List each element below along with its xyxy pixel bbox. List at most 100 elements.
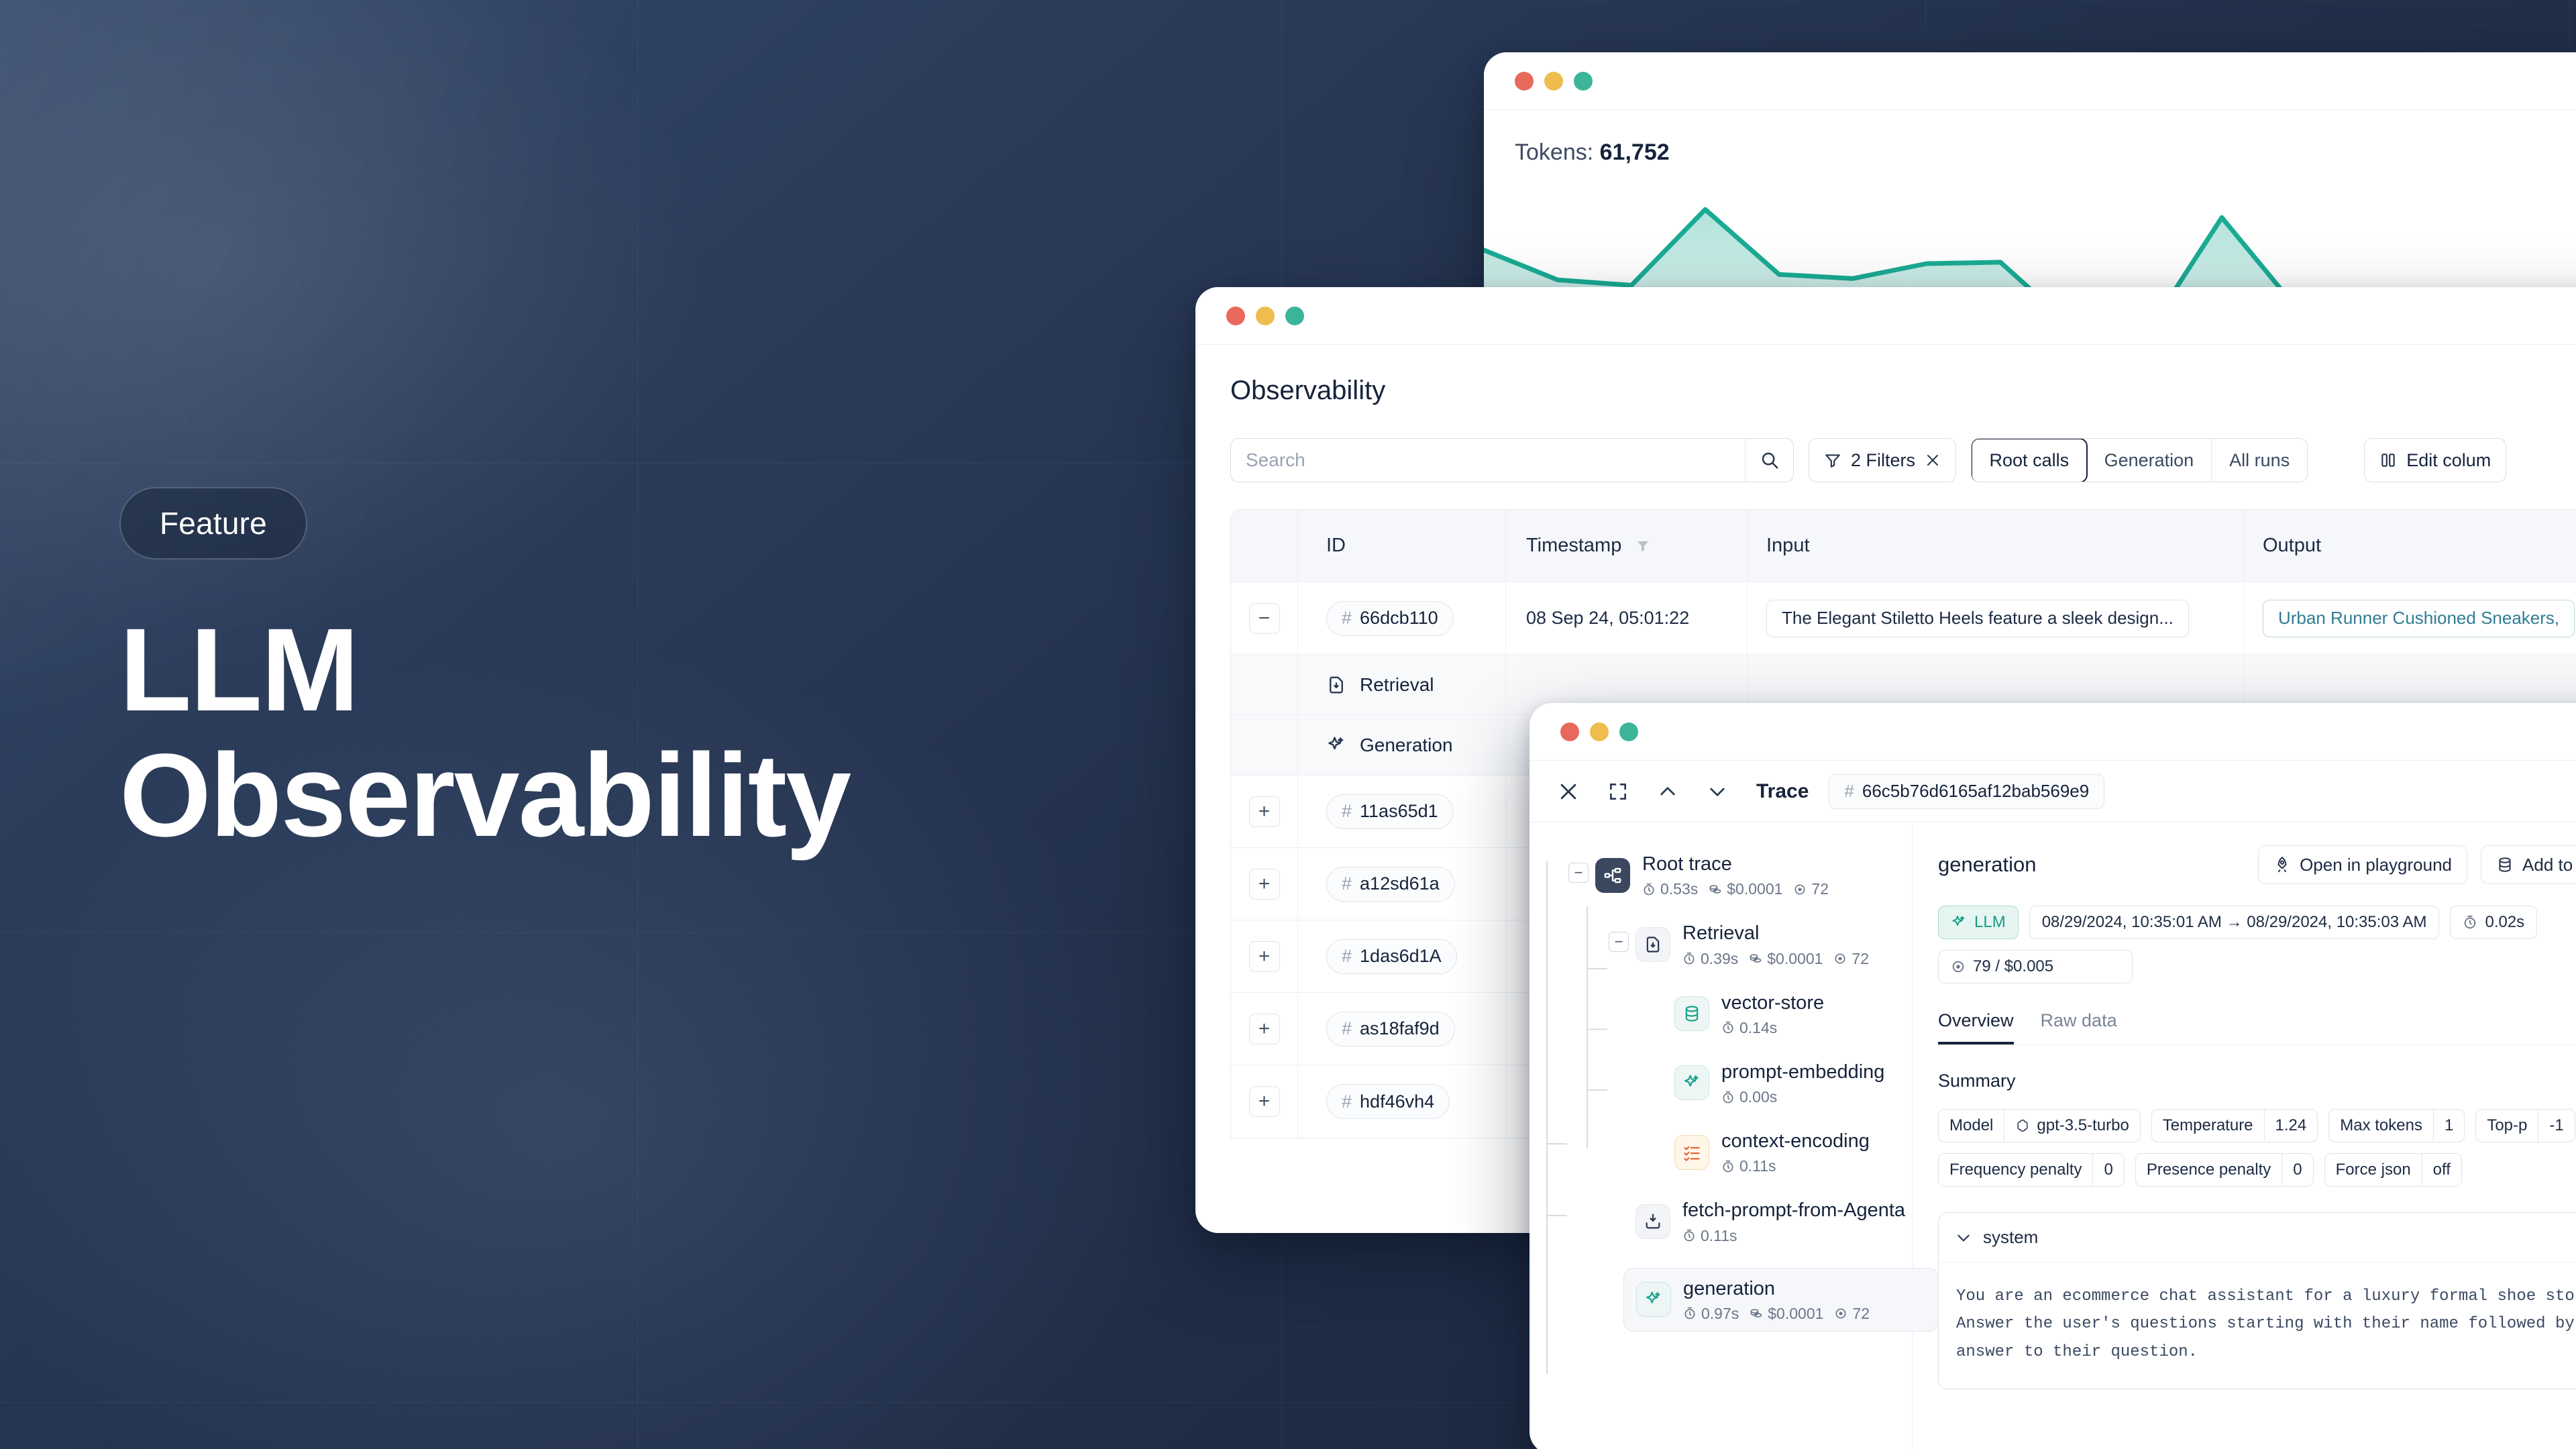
tree-node-fetch-prompt[interactable]: fetch-prompt-from-Agenta 0.11s (1635, 1198, 1912, 1244)
window-traffic-lights[interactable] (1226, 306, 1304, 325)
expand-row-button[interactable]: + (1248, 868, 1280, 900)
add-to-testset-button[interactable]: Add to testset (2481, 845, 2576, 884)
row-expand-cell[interactable]: − (1231, 582, 1298, 654)
tab-overview[interactable]: Overview (1938, 1010, 2014, 1044)
row-expand-cell[interactable]: + (1231, 920, 1298, 992)
tree-node-generation[interactable]: generation 0.97s $0.0001 72 (1623, 1267, 1939, 1332)
view-mode-segmented-control[interactable]: Root calls Generation All runs (1971, 438, 2308, 482)
child-label-wrap: Generation (1326, 735, 1453, 756)
coins-icon (1750, 954, 1762, 963)
close-window-dot[interactable] (1560, 722, 1579, 741)
tree-node-prompt-embedding[interactable]: prompt-embedding 0.00s (1674, 1060, 1912, 1106)
param-top-p-key: Top-p (2487, 1116, 2528, 1134)
node-meta: 0.53s $0.0001 72 (1642, 880, 1829, 898)
filter-icon (1825, 454, 1840, 468)
previous-trace-button[interactable] (1653, 777, 1682, 806)
tree-node-context-encoding[interactable]: context-encoding 0.11s (1674, 1129, 1912, 1175)
hash-icon: # (1342, 1018, 1352, 1038)
timer-icon (1723, 1091, 1733, 1103)
collapse-row-button[interactable]: − (1248, 602, 1280, 634)
tab-generation[interactable]: Generation (2087, 439, 2212, 482)
maximize-window-dot[interactable] (1574, 71, 1593, 91)
id-chip[interactable]: # 66dcb110 (1326, 600, 1454, 636)
open-in-playground-button[interactable]: Open in playground (2258, 845, 2468, 884)
window-traffic-lights[interactable] (1515, 71, 1593, 91)
search-input[interactable] (1231, 449, 1745, 471)
node-name: prompt-embedding (1721, 1061, 1885, 1083)
node-duration: 0.11s (1721, 1157, 1776, 1175)
minimize-window-dot[interactable] (1256, 306, 1275, 325)
node-meta: 0.00s (1721, 1088, 1884, 1106)
sitemap-icon (1595, 857, 1630, 893)
window-titlebar (1484, 52, 2576, 110)
window-traffic-lights[interactable] (1560, 722, 1638, 741)
trace-id-chip[interactable]: # 66c5b76d6165af12bab569e9 (1829, 773, 2105, 809)
close-icon[interactable] (1925, 452, 1941, 468)
tree-node-root-trace[interactable]: − Root trace 0.53s $0.0001 72 (1568, 852, 1912, 898)
id-chip[interactable]: # hdf46vh4 (1326, 1084, 1450, 1119)
token-icon (1794, 884, 1805, 895)
collapse-node-button[interactable]: − (1609, 932, 1629, 953)
expand-row-button[interactable]: + (1248, 1086, 1280, 1117)
row-expand-cell[interactable]: + (1231, 848, 1298, 920)
minimize-window-dot[interactable] (1590, 722, 1609, 741)
page-title-line-1: LLM (119, 604, 360, 736)
close-icon (1560, 784, 1576, 799)
tree-node-vector-store[interactable]: vector-store 0.14s (1674, 991, 1912, 1037)
param-max-tokens-key: Max tokens (2340, 1116, 2422, 1134)
id-chip[interactable]: # as18faf9d (1326, 1011, 1455, 1046)
collapse-node-button[interactable]: − (1568, 863, 1589, 883)
child-label-wrap: Retrieval (1326, 674, 1434, 696)
table-header-timestamp: Timestamp (1506, 510, 1748, 582)
minimize-window-dot[interactable] (1544, 71, 1563, 91)
expand-row-button[interactable]: + (1248, 1013, 1280, 1044)
maximize-window-dot[interactable] (1285, 306, 1304, 325)
node-meta: 0.39s $0.0001 72 (1682, 950, 1869, 968)
close-trace-button[interactable] (1554, 777, 1583, 806)
expand-row-button[interactable]: + (1248, 796, 1280, 827)
param-model: Model gpt-3.5-turbo (1938, 1109, 2141, 1142)
token-icon (1835, 1308, 1846, 1319)
close-window-dot[interactable] (1226, 306, 1245, 325)
llm-badge: LLM (1938, 906, 2019, 939)
expand-row-button[interactable]: + (1248, 941, 1280, 972)
input-chip: The Elegant Stiletto Heels feature a sle… (1766, 599, 2189, 637)
trace-id-value: 66c5b76d6165af12bab569e9 (1862, 781, 2090, 801)
tab-all-runs[interactable]: All runs (2212, 439, 2307, 482)
row-expand-cell[interactable]: + (1231, 1065, 1298, 1138)
detail-tabs[interactable]: Overview Raw data (1938, 1010, 2576, 1045)
node-duration: 0.14s (1721, 1019, 1777, 1037)
tree-node-text: vector-store 0.14s (1721, 991, 1824, 1037)
chevron-down-icon[interactable] (1955, 1229, 1972, 1246)
param-presence-penalty-key: Presence penalty (2146, 1161, 2271, 1179)
id-chip[interactable]: # 11as65d1 (1326, 794, 1454, 829)
param-model-value-wrap: gpt-3.5-turbo (2004, 1110, 2139, 1142)
id-value: a12sd61a (1360, 873, 1440, 894)
edit-columns-button[interactable]: Edit colum (2364, 438, 2507, 482)
filter-icon[interactable] (1635, 538, 1651, 554)
add-to-testset-label: Add to testset (2522, 854, 2576, 875)
trace-split-layout: − Root trace 0.53s $0.0001 72 − Retrieva… (1529, 822, 2576, 1449)
id-chip[interactable]: # a12sd61a (1326, 866, 1455, 902)
tab-root-calls[interactable]: Root calls (1972, 439, 2088, 482)
id-chip[interactable]: # 1das6d1A (1326, 938, 1457, 974)
row-expand-cell[interactable]: + (1231, 775, 1298, 847)
tab-raw-data[interactable]: Raw data (2041, 1010, 2117, 1044)
filters-button[interactable]: 2 Filters (1809, 438, 1957, 482)
table-header-output-label: Output (2263, 535, 2322, 556)
row-id-cell: # 66dcb110 (1298, 582, 1506, 654)
maximize-window-dot[interactable] (1619, 722, 1638, 741)
param-frequency-penalty: Frequency penalty 0 (1938, 1153, 2125, 1187)
tree-node-retrieval[interactable]: − Retrieval 0.39s $0.0001 72 (1609, 921, 1912, 968)
table-row[interactable]: − # 66dcb110 08 Sep 24, 05:01:22 The Ele… (1231, 582, 2576, 655)
filters-label: 2 Filters (1851, 449, 1916, 470)
row-expand-cell[interactable]: + (1231, 993, 1298, 1065)
next-trace-button[interactable] (1703, 777, 1732, 806)
close-window-dot[interactable] (1515, 71, 1534, 91)
expand-trace-button[interactable] (1603, 777, 1633, 806)
system-message-header[interactable]: system (1939, 1213, 2576, 1263)
search-box[interactable] (1230, 438, 1794, 482)
node-name: Retrieval (1682, 922, 1760, 945)
search-button[interactable] (1745, 439, 1793, 482)
openai-icon (2017, 1120, 2029, 1132)
